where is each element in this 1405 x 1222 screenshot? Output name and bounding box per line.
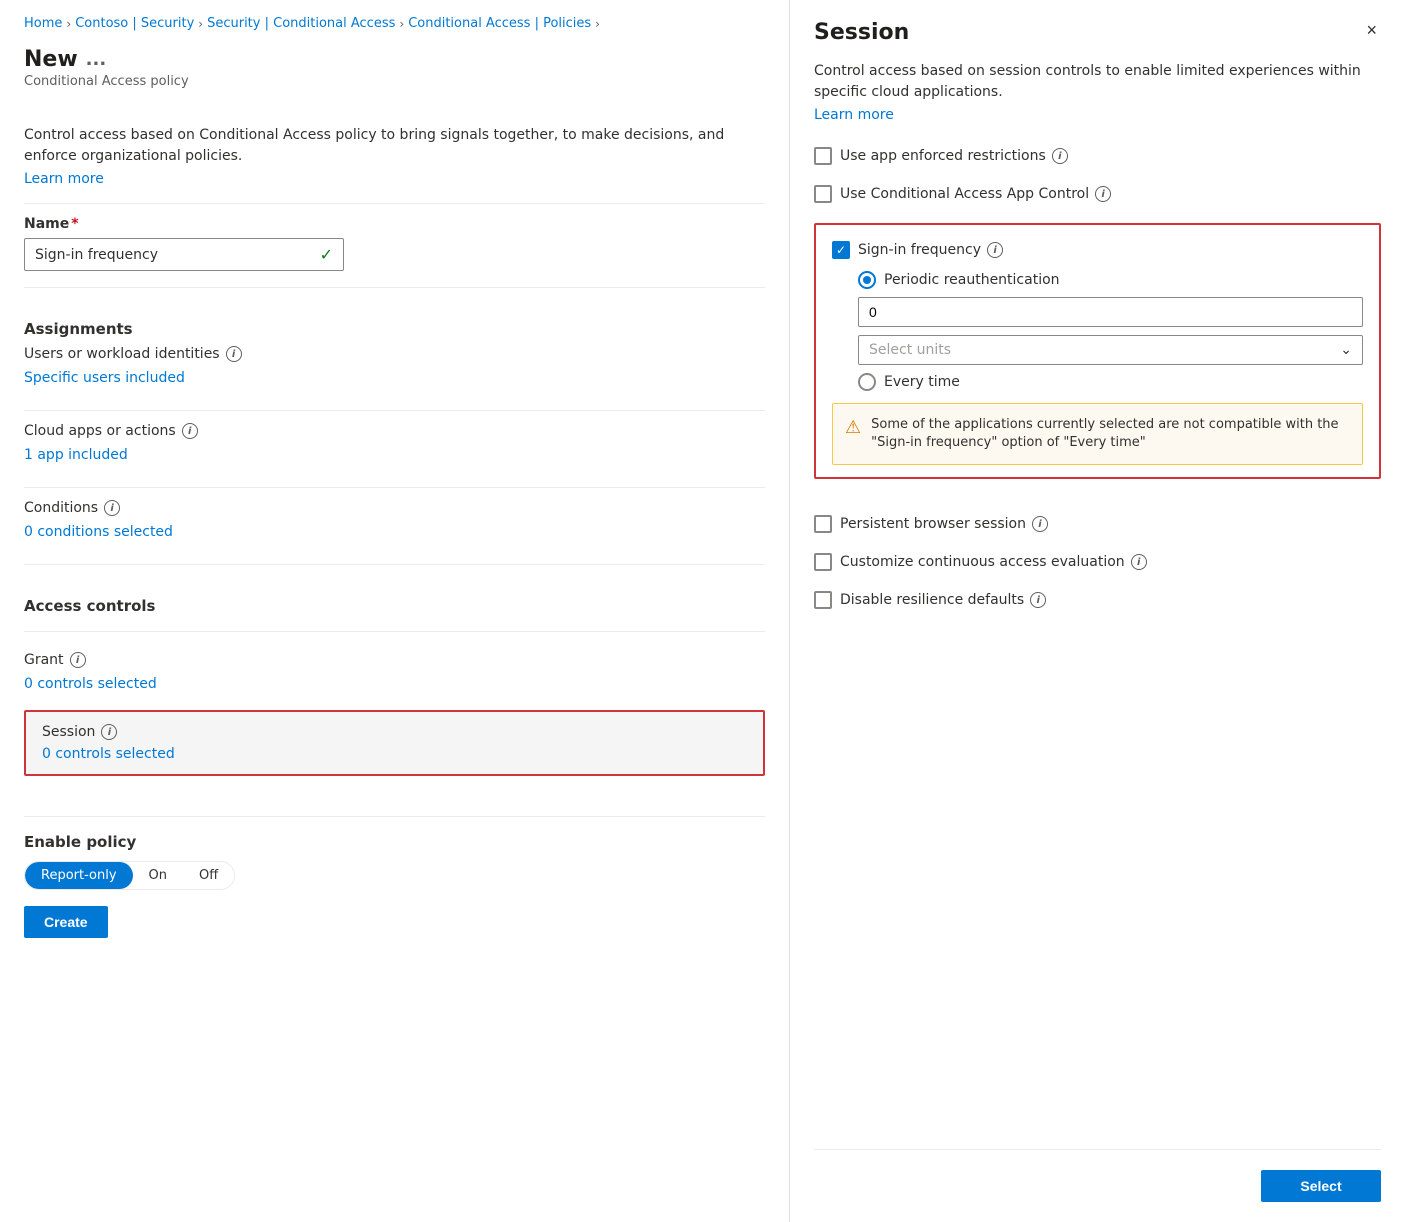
persistent-browser-info-icon[interactable]: i bbox=[1032, 516, 1048, 532]
breadcrumb-contoso[interactable]: Contoso | Security bbox=[75, 16, 194, 31]
periodic-label: Periodic reauthentication bbox=[884, 272, 1060, 288]
app-enforced-info-icon[interactable]: i bbox=[1052, 148, 1068, 164]
ca-app-control-label: Use Conditional Access App Control i bbox=[840, 186, 1111, 202]
signin-frequency-section: Sign-in frequency i Periodic reauthentic… bbox=[814, 223, 1381, 479]
signin-freq-info-icon[interactable]: i bbox=[987, 242, 1003, 258]
left-learn-more[interactable]: Learn more bbox=[24, 171, 765, 187]
enable-policy-label: Enable policy bbox=[24, 833, 765, 851]
cloud-apps-label: Cloud apps or actions i bbox=[24, 423, 765, 439]
toggle-report-only[interactable]: Report-only bbox=[25, 862, 133, 889]
panel-header: Session × bbox=[814, 20, 1381, 45]
signin-freq-checkbox-row: Sign-in frequency i bbox=[832, 237, 1363, 263]
conditions-label: Conditions i bbox=[24, 500, 765, 516]
page-subtitle: Conditional Access policy bbox=[24, 74, 765, 89]
panel-description: Control access based on session controls… bbox=[814, 61, 1381, 103]
freq-units-select[interactable]: Select units ⌄ bbox=[858, 335, 1363, 365]
persistent-browser-row: Persistent browser session i bbox=[814, 511, 1381, 537]
freq-select-placeholder: Select units bbox=[869, 342, 951, 358]
grant-label: Grant i bbox=[24, 652, 765, 668]
continuous-access-row: Customize continuous access evaluation i bbox=[814, 549, 1381, 575]
breadcrumb-security-ca[interactable]: Security | Conditional Access bbox=[207, 16, 395, 31]
page-description: Control access based on Conditional Acce… bbox=[24, 125, 765, 167]
conditions-info-icon[interactable]: i bbox=[104, 500, 120, 516]
persistent-browser-checkbox[interactable] bbox=[814, 515, 832, 533]
every-time-radio[interactable] bbox=[858, 373, 876, 391]
freq-input-group: Select units ⌄ bbox=[858, 297, 1363, 365]
grant-info-icon[interactable]: i bbox=[70, 652, 86, 668]
panel-learn-more[interactable]: Learn more bbox=[814, 107, 1381, 123]
breadcrumb-policies[interactable]: Conditional Access | Policies bbox=[408, 16, 591, 31]
users-info-icon[interactable]: i bbox=[226, 346, 242, 362]
session-value[interactable]: 0 controls selected bbox=[42, 746, 747, 762]
continuous-access-info-icon[interactable]: i bbox=[1131, 554, 1147, 570]
disable-resilience-checkbox[interactable] bbox=[814, 591, 832, 609]
disable-resilience-label: Disable resilience defaults i bbox=[840, 592, 1046, 608]
session-box[interactable]: Session i 0 controls selected bbox=[24, 710, 765, 776]
app-enforced-checkbox[interactable] bbox=[814, 147, 832, 165]
toggle-off[interactable]: Off bbox=[183, 862, 234, 889]
right-panel: Session × Control access based on sessio… bbox=[790, 0, 1405, 1222]
assignments-heading: Assignments bbox=[24, 320, 765, 338]
page-title-row: New ... bbox=[24, 47, 765, 72]
freq-number-input[interactable] bbox=[858, 297, 1363, 327]
toggle-on[interactable]: On bbox=[133, 862, 183, 889]
enable-policy-section: Enable policy Report-only On Off Create bbox=[24, 816, 765, 938]
name-checkmark-icon: ✓ bbox=[320, 245, 333, 264]
app-enforced-row: Use app enforced restrictions i bbox=[814, 143, 1381, 169]
continuous-access-checkbox[interactable] bbox=[814, 553, 832, 571]
page-title-ellipsis[interactable]: ... bbox=[86, 49, 107, 70]
panel-title: Session bbox=[814, 20, 909, 45]
conditions-value[interactable]: 0 conditions selected bbox=[24, 520, 765, 548]
page-title: New bbox=[24, 47, 78, 72]
access-controls-heading: Access controls bbox=[24, 597, 765, 615]
signin-freq-label: Sign-in frequency i bbox=[858, 242, 1003, 258]
enable-policy-toggle[interactable]: Report-only On Off bbox=[24, 861, 235, 890]
cloud-apps-value[interactable]: 1 app included bbox=[24, 443, 765, 471]
periodic-radio-row: Periodic reauthentication bbox=[858, 271, 1363, 289]
cloud-apps-info-icon[interactable]: i bbox=[182, 423, 198, 439]
name-input-display[interactable]: Sign-in frequency ✓ bbox=[24, 238, 344, 271]
breadcrumb-home[interactable]: Home bbox=[24, 16, 62, 31]
warning-box: ⚠ Some of the applications currently sel… bbox=[832, 403, 1363, 465]
bottom-checkboxes: Persistent browser session i Customize c… bbox=[814, 511, 1381, 625]
grant-value[interactable]: 0 controls selected bbox=[24, 672, 765, 700]
users-value[interactable]: Specific users included bbox=[24, 366, 765, 394]
left-panel: Home › Contoso | Security › Security | C… bbox=[0, 0, 790, 1222]
name-label: Name* bbox=[24, 216, 765, 232]
signin-freq-checkbox[interactable] bbox=[832, 241, 850, 259]
users-label: Users or workload identities i bbox=[24, 346, 765, 362]
persistent-browser-label: Persistent browser session i bbox=[840, 516, 1048, 532]
ca-app-control-row: Use Conditional Access App Control i bbox=[814, 181, 1381, 207]
disable-resilience-info-icon[interactable]: i bbox=[1030, 592, 1046, 608]
session-label-row: Session i bbox=[42, 724, 747, 740]
panel-footer: Select bbox=[814, 1149, 1381, 1202]
select-button[interactable]: Select bbox=[1261, 1170, 1381, 1202]
ca-app-control-info-icon[interactable]: i bbox=[1095, 186, 1111, 202]
session-info-icon[interactable]: i bbox=[101, 724, 117, 740]
every-time-label: Every time bbox=[884, 374, 960, 390]
disable-resilience-row: Disable resilience defaults i bbox=[814, 587, 1381, 613]
app-enforced-label: Use app enforced restrictions i bbox=[840, 148, 1068, 164]
create-button[interactable]: Create bbox=[24, 906, 108, 938]
every-time-radio-row: Every time bbox=[858, 373, 1363, 391]
breadcrumb: Home › Contoso | Security › Security | C… bbox=[24, 16, 765, 31]
warning-triangle-icon: ⚠ bbox=[845, 417, 861, 452]
continuous-access-label: Customize continuous access evaluation i bbox=[840, 554, 1147, 570]
ca-app-control-checkbox[interactable] bbox=[814, 185, 832, 203]
panel-close-button[interactable]: × bbox=[1362, 20, 1381, 41]
warning-text: Some of the applications currently selec… bbox=[871, 416, 1350, 452]
periodic-radio[interactable] bbox=[858, 271, 876, 289]
chevron-down-icon: ⌄ bbox=[1340, 342, 1352, 358]
